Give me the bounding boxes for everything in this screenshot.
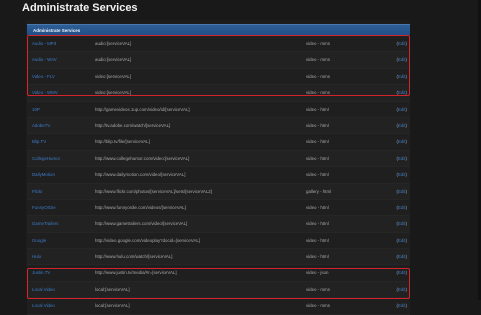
service-url: http://www.gametrailers.com/video/[servi… [95,221,188,227]
service-type: video - html [306,155,329,161]
edit-link[interactable]: Edit [398,221,406,226]
edit-link[interactable]: Edit [398,189,406,194]
service-name-link[interactable]: 10P [32,102,40,117]
highlight-box-bottom [27,268,410,299]
edit-link[interactable]: Edit [398,238,406,243]
service-url: http://gamevideos.1up.com/video/id/[serv… [95,106,190,112]
edit-link[interactable]: Edit [398,254,406,259]
service-type: video - html [306,172,329,178]
service-url: http://www.collegehumor.com/video:[servi… [95,155,190,161]
edit-paren-close: ) [405,188,407,194]
service-name-link[interactable]: Hulu [32,249,41,264]
edit-paren-close: ) [405,139,407,145]
edit-control: (Edit) [396,151,407,166]
page: Administrate Services Administrate Servi… [0,0,481,315]
table-row: CollegeHumor http://www.collegehumor.com/… [27,150,410,168]
table-row: Flickr http://www.flickr.com/photos/[serv… [27,183,410,200]
service-url: http://www.funnyordie.com/videos/[servic… [95,204,186,210]
service-url: http://www.flickr.com/photos/[serviceVAL… [95,188,212,194]
edit-paren-close: ) [405,254,407,260]
service-url: local:[serviceVAL] [95,303,130,309]
table-row: DailyMotion http://www.dailymotion.com/vi… [27,167,410,184]
edit-control: (Edit) [396,216,407,231]
panel-header: Administrate Services [27,24,410,35]
edit-paren-close: ) [405,122,407,128]
service-url: http://www.dailymotion.com/video/[servic… [95,172,186,178]
edit-link[interactable]: Edit [398,123,406,128]
service-name-link[interactable]: Local Video [32,298,55,313]
page-title: Administrate Services [22,2,138,14]
edit-link[interactable]: Edit [398,156,406,161]
service-type: video - html [306,106,329,112]
edit-control: (Edit) [396,200,407,215]
service-type: video - mms [306,303,330,309]
service-name-link[interactable]: AdobeTV [32,118,50,133]
edit-control: (Edit) [396,118,407,133]
service-name-link[interactable]: Google [32,233,46,248]
edit-paren-close: ) [405,303,407,309]
service-url: http://tv.adobe.com/watch/[serviceVAL] [95,122,171,128]
table-row: Local Video local:[serviceVAL] video - mms… [27,298,410,315]
table-row: Blip.TV http://blip.tv/file/[serviceVAL] v… [27,134,410,151]
service-name-link[interactable]: Blip.TV [32,134,46,149]
edit-control: (Edit) [396,102,407,117]
service-type: video - html [306,204,329,210]
service-url: http://video.google.com/videoplay?docid=… [95,237,200,243]
edit-paren-close: ) [405,237,407,243]
edit-link[interactable]: Edit [398,107,406,112]
edit-control: (Edit) [396,249,407,264]
service-type: video - html [306,122,329,128]
edit-paren-close: ) [405,172,407,178]
service-type: video - html [306,254,329,260]
table-row: GameTrailers http://www.gametrailers.com/… [27,216,410,233]
table-row: AdobeTV http://tv.adobe.com/watch/[servic… [27,117,410,135]
service-type: video - html [306,139,329,145]
service-type: video - html [306,237,329,243]
edit-paren-close: ) [405,221,407,227]
edit-link[interactable]: Edit [398,139,406,144]
edit-paren-close: ) [405,106,407,112]
table-row: FunnyOrDie http://www.funnyordie.com/vide… [27,199,410,217]
edit-link[interactable]: Edit [398,172,406,177]
highlight-box-top [27,35,410,96]
edit-control: (Edit) [396,298,407,313]
service-name-link[interactable]: CollegeHumor [32,151,60,166]
table-row: 10P http://gamevideos.1up.com/video/id/[s… [27,101,410,118]
service-name-link[interactable]: FunnyOrDie [32,200,56,215]
service-name-link[interactable]: DailyMotion [32,167,55,182]
table-row: Hulu http://www.hulu.com/watch/[serviceVA… [27,249,410,266]
edit-paren-close: ) [405,204,407,210]
edit-control: (Edit) [396,184,407,199]
edit-control: (Edit) [396,233,407,248]
service-name-link[interactable]: Flickr [32,184,43,199]
edit-control: (Edit) [396,167,407,182]
service-name-link[interactable]: GameTrailers [32,216,58,231]
table-row: Google http://video.google.com/videoplay?… [27,232,410,250]
service-type: video - html [306,221,329,227]
edit-link[interactable]: Edit [398,205,406,210]
service-type: gallery - html [306,188,332,194]
service-url: http://blip.tv/file/[serviceVAL] [95,139,150,145]
edit-control: (Edit) [396,134,407,149]
edit-link[interactable]: Edit [398,303,406,308]
service-url: http://www.hulu.com/watch/[serviceVAL] [95,254,173,260]
edit-paren-close: ) [405,155,407,161]
